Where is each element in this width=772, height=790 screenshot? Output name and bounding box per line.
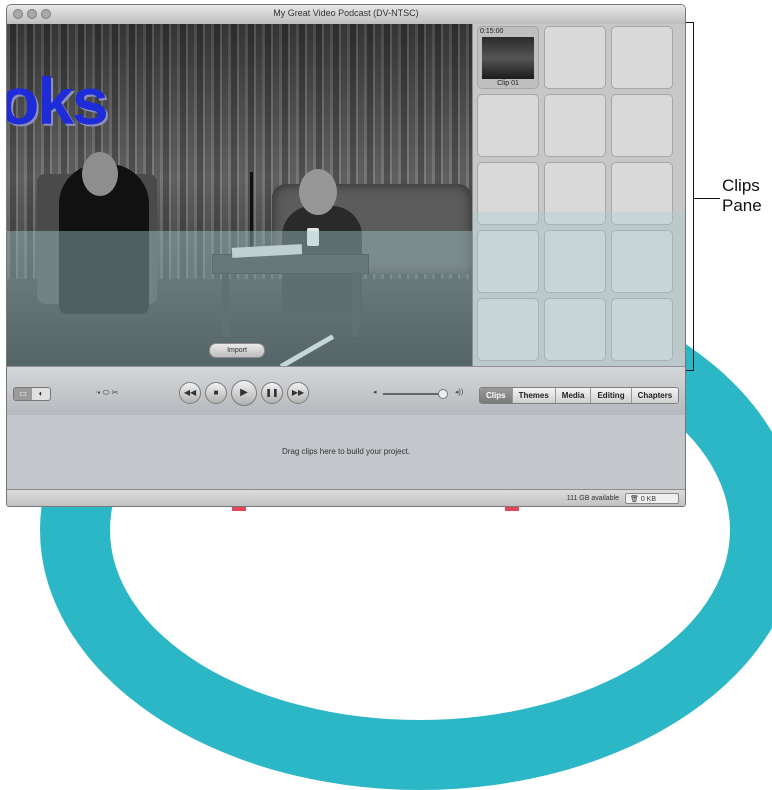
video-viewer[interactable]: oks Import bbox=[7, 24, 472, 366]
empty-clip-slot[interactable] bbox=[477, 94, 539, 157]
tab-clips[interactable]: Clips bbox=[480, 388, 513, 403]
clip-item[interactable]: 0:15:00 Clip 01 bbox=[477, 26, 539, 89]
viewer-person-right-head bbox=[299, 169, 337, 215]
empty-clip-slot[interactable] bbox=[544, 230, 606, 293]
volume-low-icon: ◂ bbox=[373, 389, 377, 396]
callout-leader-line bbox=[694, 198, 720, 199]
empty-clip-slot[interactable] bbox=[544, 26, 606, 89]
edit-mode-icon[interactable]: ◐ bbox=[32, 388, 50, 400]
empty-clip-slot[interactable] bbox=[611, 230, 673, 293]
timeline[interactable]: Drag clips here to build your project. bbox=[7, 415, 685, 489]
empty-clip-slot[interactable] bbox=[477, 162, 539, 225]
fast-forward-button[interactable]: ▶▶ bbox=[287, 382, 309, 404]
volume-knob[interactable] bbox=[437, 389, 448, 399]
empty-clip-slot[interactable] bbox=[477, 298, 539, 361]
timeline-hint: Drag clips here to build your project. bbox=[281, 447, 411, 456]
clips-pane: 0:15:00 Clip 01 bbox=[472, 24, 685, 366]
camera-mode-icon[interactable]: ▭ bbox=[14, 388, 32, 400]
clip-duration: 0:15:00 bbox=[480, 28, 504, 35]
transport-controls: ◀◀ ■ ▶ ❚❚ ▶▶ bbox=[179, 380, 309, 406]
status-bar: 111 GB available 🗑 0 KB bbox=[7, 489, 685, 506]
stop-button[interactable]: ■ bbox=[205, 382, 227, 404]
play-button[interactable]: ▶ bbox=[231, 380, 257, 406]
trash-size: 0 KB bbox=[640, 496, 657, 503]
camera-edit-switch[interactable]: ⋅▪ ⬭ ✂ bbox=[95, 388, 118, 398]
empty-clip-slot[interactable] bbox=[477, 230, 539, 293]
empty-clip-slot[interactable] bbox=[611, 94, 673, 157]
overlay-watermark-text: oks bbox=[7, 64, 109, 138]
callout-label-line1: Clips bbox=[722, 176, 760, 195]
callout-bracket bbox=[686, 22, 694, 371]
disk-space-label: 111 GB available bbox=[566, 495, 619, 502]
clip-name: Clip 01 bbox=[497, 80, 519, 87]
clip-grid: 0:15:00 Clip 01 bbox=[477, 26, 673, 361]
tab-media[interactable]: Media bbox=[555, 388, 592, 403]
import-button[interactable]: Import bbox=[209, 343, 265, 358]
viewer-person-left-head bbox=[82, 152, 118, 196]
callout-label: Clips Pane bbox=[722, 176, 762, 216]
callout-label-line2: Pane bbox=[722, 196, 762, 215]
controls-bar: ▭ ◐ ⋅▪ ⬭ ✂ ◀◀ ■ ▶ ❚❚ ▶▶ ◂ ◂)) Clips Theme… bbox=[7, 366, 685, 416]
pause-button[interactable]: ❚❚ bbox=[261, 382, 283, 404]
empty-clip-slot[interactable] bbox=[544, 162, 606, 225]
empty-clip-slot[interactable] bbox=[544, 94, 606, 157]
edit-mode-toggle[interactable]: ▭ ◐ bbox=[13, 387, 51, 401]
tab-themes[interactable]: Themes bbox=[512, 388, 556, 403]
trash-icon: 🗑 bbox=[630, 496, 641, 503]
window-title: My Great Video Podcast (DV-NTSC) bbox=[273, 8, 419, 18]
clip-thumbnail bbox=[482, 37, 534, 79]
imovie-window: My Great Video Podcast (DV-NTSC) oks Imp… bbox=[6, 4, 686, 507]
title-bar[interactable]: My Great Video Podcast (DV-NTSC) bbox=[7, 5, 685, 25]
tab-editing[interactable]: Editing bbox=[591, 388, 632, 403]
empty-clip-slot[interactable] bbox=[544, 298, 606, 361]
empty-clip-slot[interactable] bbox=[611, 162, 673, 225]
tab-chapters[interactable]: Chapters bbox=[631, 388, 679, 403]
volume-high-icon: ◂)) bbox=[455, 389, 464, 396]
pane-tabs: Clips Themes Media Editing Chapters bbox=[479, 387, 680, 404]
trash-button[interactable]: 🗑 0 KB bbox=[625, 493, 679, 504]
rewind-button[interactable]: ◀◀ bbox=[179, 382, 201, 404]
volume-slider[interactable]: ◂ ◂)) bbox=[373, 389, 463, 399]
empty-clip-slot[interactable] bbox=[611, 26, 673, 89]
empty-clip-slot[interactable] bbox=[611, 298, 673, 361]
